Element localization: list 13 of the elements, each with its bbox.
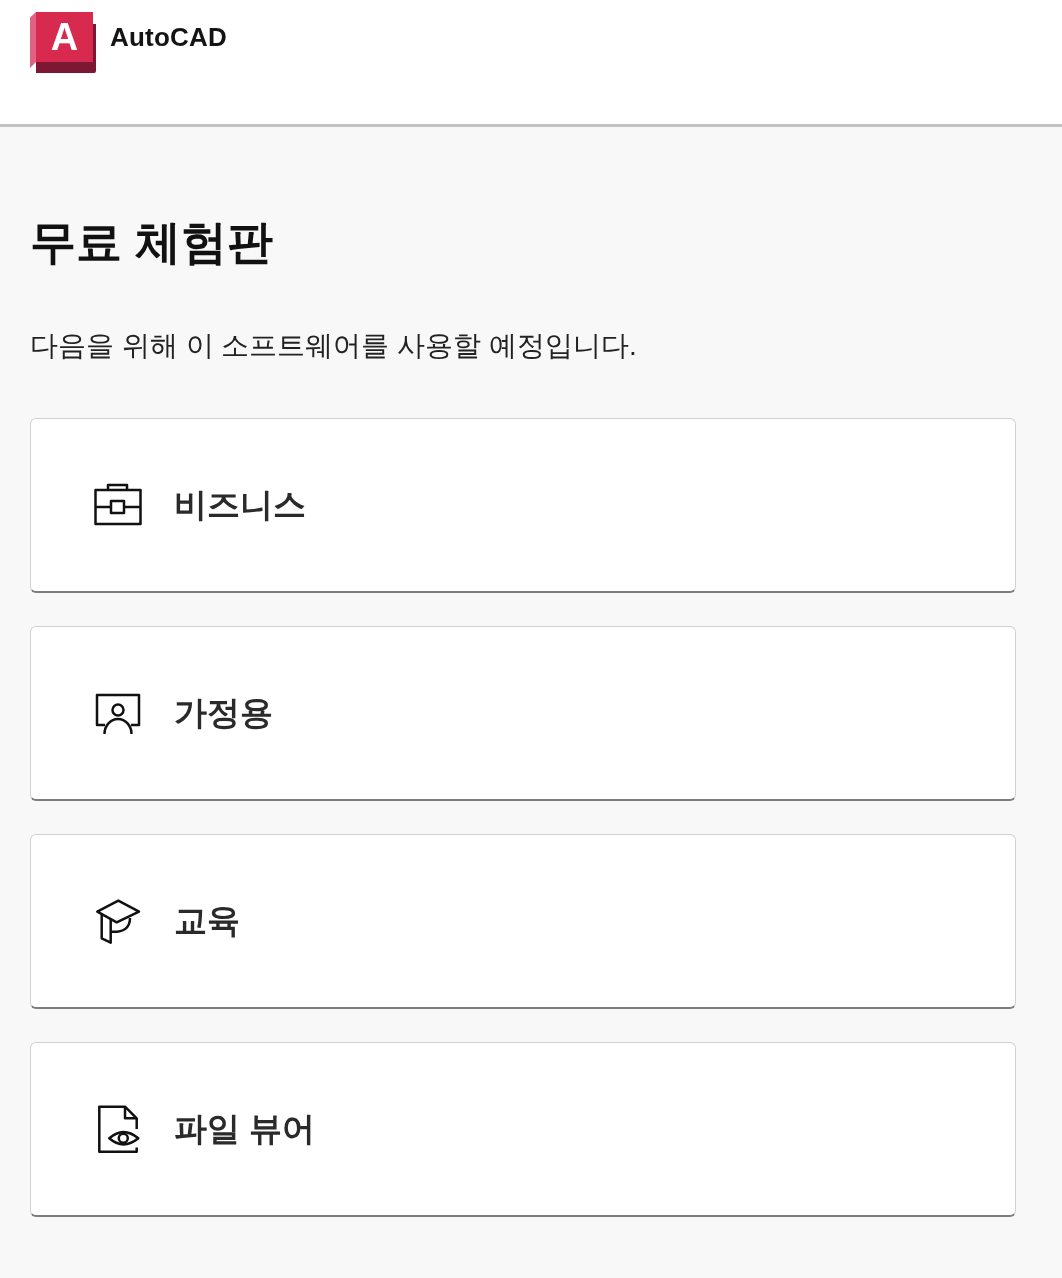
option-label: 비즈니스: [174, 484, 306, 525]
option-label: 가정용: [174, 692, 273, 733]
usage-option-card[interactable]: 파일 뷰어: [30, 1042, 1016, 1217]
usage-option-card[interactable]: 비즈니스: [30, 418, 1016, 593]
option-label: 교육: [174, 900, 240, 941]
page-heading: 무료 체험판: [30, 215, 274, 270]
product-name: AutoCAD: [110, 21, 227, 54]
option-label: 파일 뷰어: [174, 1108, 316, 1149]
usage-option-card[interactable]: 교육: [30, 834, 1016, 1009]
usage-prompt: 다음을 위해 이 소프트웨어를 사용할 예정입니다.: [30, 329, 638, 363]
usage-option-card[interactable]: 가정용: [30, 626, 1016, 801]
autocad-logo-mark: A: [30, 12, 96, 73]
graduation-cap-icon: [94, 897, 142, 945]
